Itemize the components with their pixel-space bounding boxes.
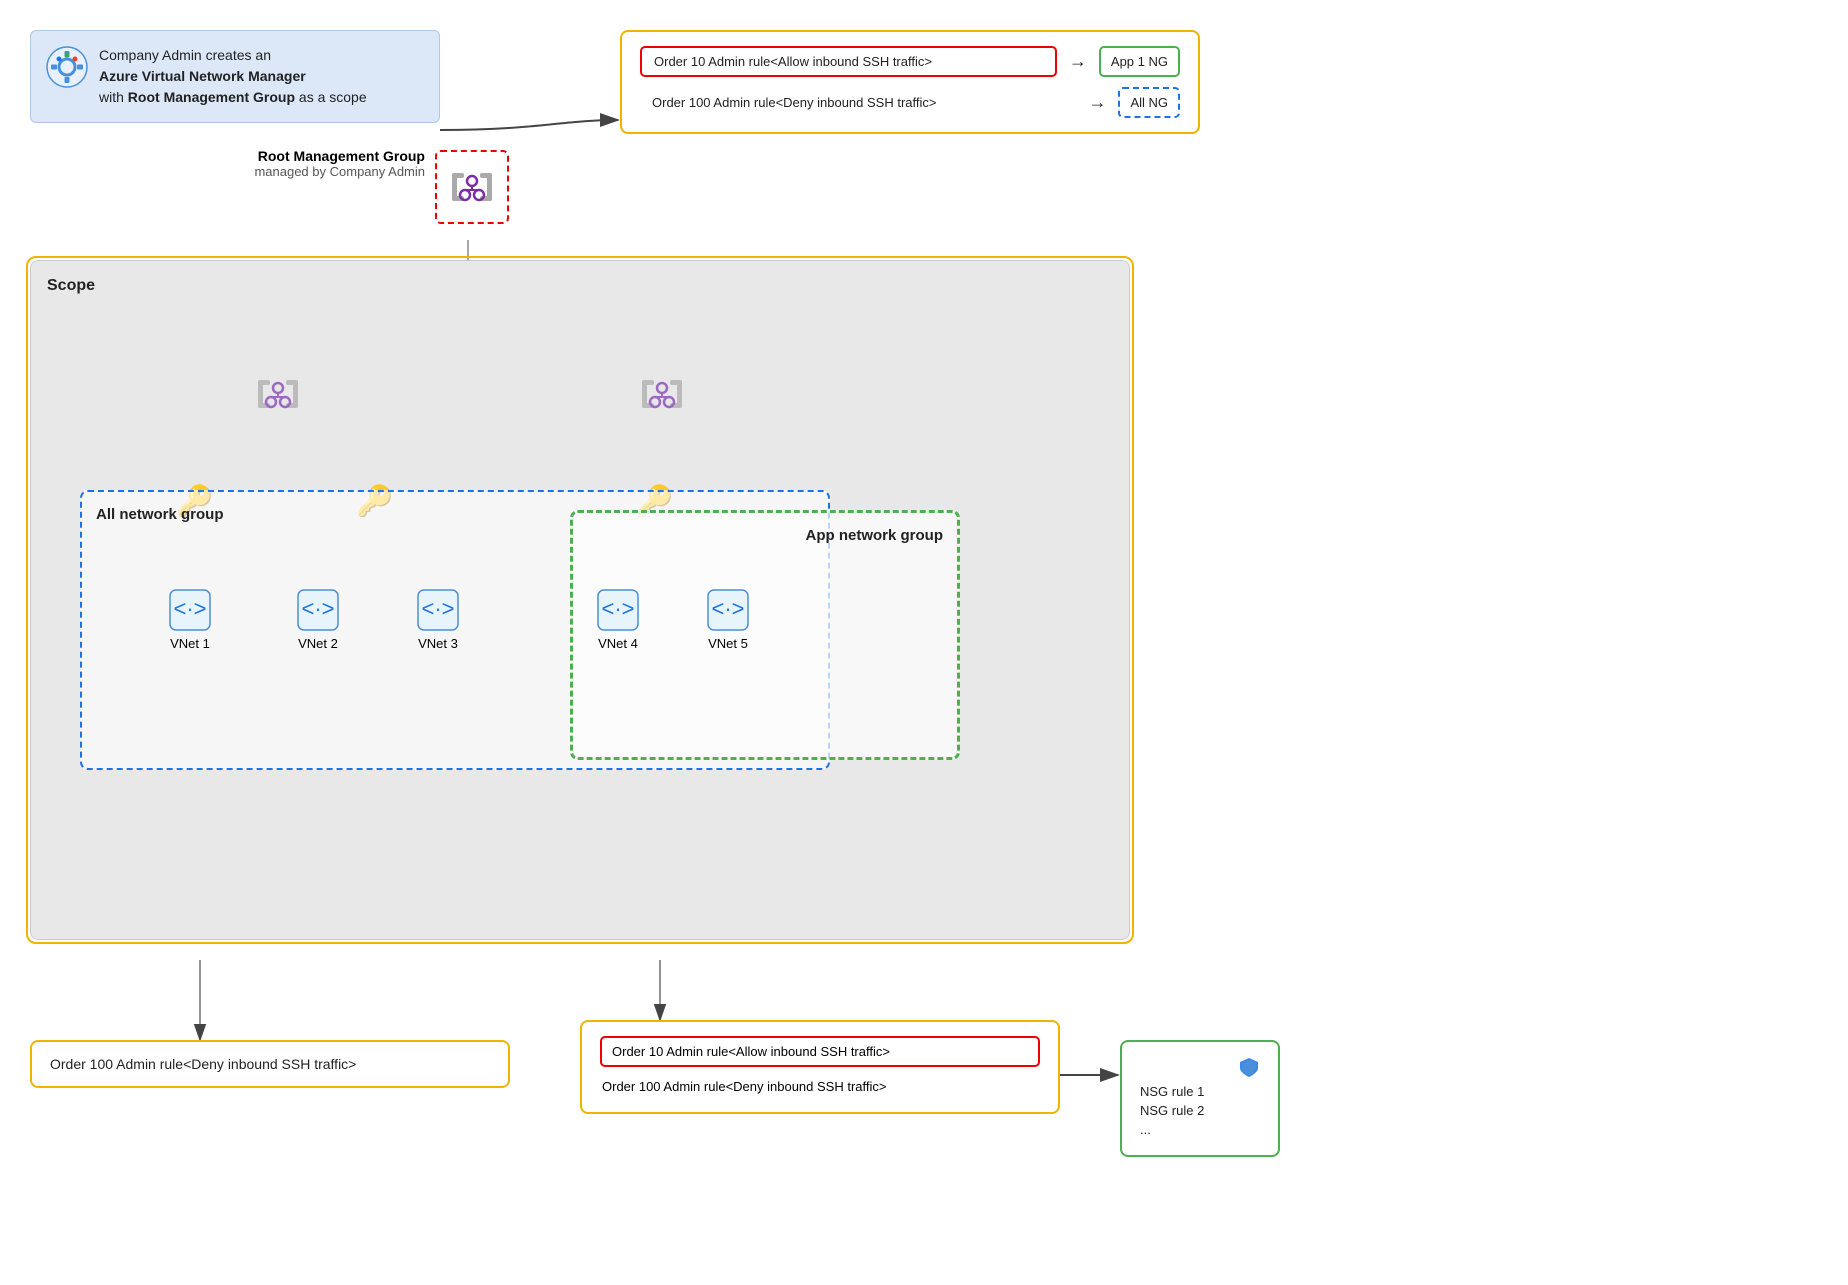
vnet-3-icon: <·>: [416, 588, 460, 632]
vnet-1-label: VNet 1: [170, 636, 210, 651]
diagram-container: Company Admin creates an Azure Virtual N…: [0, 0, 1848, 1285]
svg-text:<·>: <·>: [421, 596, 454, 621]
nsg-box: NSG rule 1 NSG rule 2 ...: [1120, 1040, 1280, 1157]
vnet-4-label: VNet 4: [598, 636, 638, 651]
company-admin-box: Company Admin creates an Azure Virtual N…: [30, 30, 440, 123]
rule-1-badge: App 1 NG: [1099, 46, 1180, 77]
sub-mg-right-icon: [638, 370, 686, 418]
svg-text:<·>: <·>: [711, 596, 744, 621]
rule-1-arrow: →: [1069, 51, 1087, 72]
app-ng-label: App network group: [806, 527, 944, 544]
nsg-rule-1: NSG rule 1: [1140, 1084, 1260, 1099]
sub-mg-left: [250, 366, 306, 422]
azure-vnm-icon: [45, 45, 89, 89]
vnet-5-icon: <·>: [706, 588, 750, 632]
rule-2-badge: All NG: [1118, 87, 1180, 118]
bottom-rule-right: Order 10 Admin rule<Allow inbound SSH tr…: [580, 1020, 1060, 1114]
company-admin-text: Company Admin creates an Azure Virtual N…: [99, 45, 367, 108]
vnet-1-icon: <·>: [168, 588, 212, 632]
rule-2-arrow: →: [1088, 92, 1106, 113]
scope-label: Scope: [47, 277, 1113, 295]
bottom-rule-right-line1: Order 10 Admin rule<Allow inbound SSH tr…: [600, 1036, 1040, 1067]
vnet-2-icon: <·>: [296, 588, 340, 632]
vnet-4-item: <·> VNet 4: [596, 588, 640, 651]
vnet-3-label: VNet 3: [418, 636, 458, 651]
vnet-2-item: <·> VNet 2: [296, 588, 340, 651]
rule-2-text: Order 100 Admin rule<Deny inbound SSH tr…: [640, 89, 1076, 116]
rule-row-2: Order 100 Admin rule<Deny inbound SSH tr…: [640, 87, 1180, 118]
vnet-5-label: VNet 5: [708, 636, 748, 651]
svg-text:<·>: <·>: [173, 596, 206, 621]
vnet-2-label: VNet 2: [298, 636, 338, 651]
bottom-rule-right-line2: Order 100 Admin rule<Deny inbound SSH tr…: [600, 1075, 1040, 1098]
svg-text:<·>: <·>: [301, 596, 334, 621]
rule-row-1: Order 10 Admin rule<Allow inbound SSH tr…: [640, 46, 1180, 77]
nsg-rule-ellipsis: ...: [1140, 1122, 1260, 1137]
root-mg-box: [435, 150, 509, 224]
vnet-5-item: <·> VNet 5: [706, 588, 750, 651]
rules-panel: Order 10 Admin rule<Allow inbound SSH tr…: [620, 30, 1200, 134]
nsg-rule-2: NSG rule 2: [1140, 1103, 1260, 1118]
vnet-1-item: <·> VNet 1: [168, 588, 212, 651]
sub-mg-right: [634, 366, 690, 422]
azure-shield-icon: [1238, 1056, 1260, 1078]
bottom-rule-left: Order 100 Admin rule<Deny inbound SSH tr…: [30, 1040, 510, 1088]
rule-1-text: Order 10 Admin rule<Allow inbound SSH tr…: [640, 46, 1057, 77]
root-mg-icon: [448, 163, 496, 211]
sub-mg-left-icon: [254, 370, 302, 418]
svg-text:<·>: <·>: [601, 596, 634, 621]
vnet-3-item: <·> VNet 3: [416, 588, 460, 651]
root-mg-label: Root Management Group managed by Company…: [185, 148, 425, 179]
vnet-4-icon: <·>: [596, 588, 640, 632]
